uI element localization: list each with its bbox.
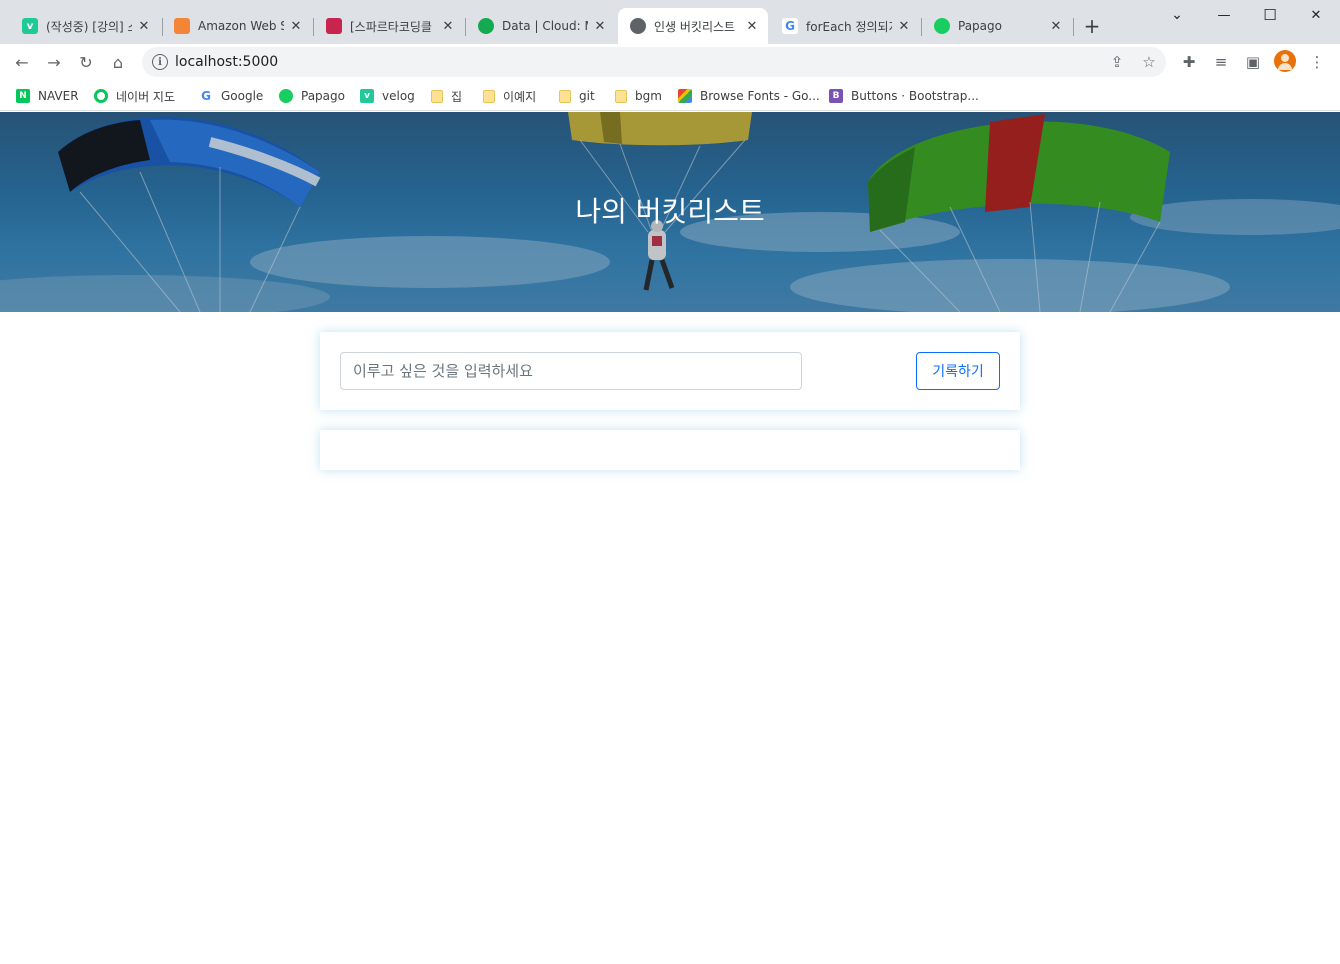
close-icon[interactable]: ✕ — [744, 18, 760, 34]
folder-icon — [483, 89, 495, 103]
tab-label: Papago — [958, 19, 1002, 33]
google-icon: G — [199, 89, 213, 103]
bookmark-label: Papago — [301, 89, 345, 103]
back-button[interactable]: ← — [8, 48, 36, 76]
bookmark-item[interactable]: N NAVER — [16, 85, 79, 107]
tab-separator — [1073, 18, 1074, 36]
menu-kebab-icon[interactable]: ⋮ — [1307, 52, 1327, 72]
reload-button[interactable]: ↻ — [72, 48, 100, 76]
bookmark-item[interactable]: B Buttons · Bootstrap... — [829, 85, 979, 107]
bucket-form-card: 기록하기 — [320, 332, 1020, 410]
home-icon: ⌂ — [112, 52, 124, 72]
bookmark-folder[interactable]: bgm — [615, 85, 662, 107]
bookmark-label: 집 — [451, 89, 463, 104]
tab-strip: v (작성중) [강의] 스 ✕ Amazon Web Se ✕ [스파르타코딩… — [0, 0, 1340, 44]
close-icon[interactable]: ✕ — [136, 18, 152, 34]
close-window-button[interactable]: ✕ — [1293, 0, 1339, 30]
minimize-button[interactable]: — — [1201, 0, 1247, 30]
side-panel-icon[interactable]: ▣ — [1243, 52, 1263, 72]
close-icon[interactable]: ✕ — [288, 18, 304, 34]
browser-toolbar: ← → ↻ ⌂ i localhost:5000 ⇪ ☆ ✚ ≡ ▣ ⋮ — [0, 44, 1340, 80]
browser-tab[interactable]: Amazon Web Se ✕ — [162, 8, 312, 44]
home-button[interactable]: ⌂ — [104, 48, 132, 76]
bookmark-folder[interactable]: git — [559, 85, 595, 107]
browser-tab[interactable]: Papago ✕ — [922, 8, 1072, 44]
folder-icon — [431, 89, 443, 103]
naver-icon: N — [16, 89, 30, 103]
velog-icon: v — [22, 18, 38, 34]
tab-label: [스파르타코딩클 — [350, 19, 432, 34]
bookmark-label: git — [579, 89, 595, 103]
tab-label: Data | Cloud: M — [502, 19, 588, 33]
browser-tab[interactable]: v (작성중) [강의] 스 ✕ — [10, 8, 160, 44]
bookmark-label: 이예지 — [503, 89, 537, 104]
maximize-button[interactable]: ☐ — [1247, 0, 1293, 30]
bookmark-label: Buttons · Bootstrap... — [851, 89, 979, 103]
close-icon[interactable]: ✕ — [896, 18, 912, 34]
page-title: 나의 버킷리스트 — [575, 195, 765, 228]
share-icon[interactable]: ⇪ — [1108, 53, 1126, 71]
browser-tab-active[interactable]: 인생 버킷리스트 ✕ — [618, 8, 768, 44]
bookmark-item[interactable]: Papago — [279, 85, 345, 107]
bookmark-label: 네이버 지도 — [116, 89, 176, 104]
bookmark-folder[interactable]: 이예지 — [483, 85, 536, 107]
bookmark-item[interactable]: Browse Fonts - Go... — [678, 85, 820, 107]
bucket-input[interactable] — [340, 352, 802, 390]
bookmark-item[interactable]: 네이버 지도 — [94, 85, 175, 107]
hero-banner: 나의 버킷리스트 — [0, 112, 1340, 312]
bucket-list-card — [320, 430, 1020, 470]
bookmark-label: Google — [221, 89, 264, 103]
url-text[interactable]: localhost:5000 — [175, 54, 278, 70]
browser-tab[interactable]: [스파르타코딩클 ✕ — [314, 8, 464, 44]
google-fonts-icon — [678, 89, 692, 103]
forward-button[interactable]: → — [40, 48, 68, 76]
close-icon[interactable]: ✕ — [592, 18, 608, 34]
extensions-icon[interactable]: ✚ — [1179, 52, 1199, 72]
papago-icon — [934, 18, 950, 34]
bootstrap-icon: B — [829, 89, 843, 103]
folder-icon — [559, 89, 571, 103]
profile-avatar[interactable] — [1274, 50, 1296, 72]
google-icon: G — [782, 18, 798, 34]
bookmark-label: velog — [382, 89, 415, 103]
close-icon[interactable]: ✕ — [1048, 18, 1064, 34]
save-button[interactable]: 기록하기 — [916, 352, 1000, 390]
info-icon[interactable]: i — [152, 54, 168, 70]
tab-label: forEach 정의되지 — [806, 19, 892, 34]
bookmark-item[interactable]: G Google — [199, 85, 263, 107]
bookmark-label: bgm — [635, 89, 662, 103]
bookmark-item[interactable]: v velog — [360, 85, 415, 107]
velog-icon: v — [360, 89, 374, 103]
aws-icon — [174, 18, 190, 34]
new-tab-button[interactable]: + — [1080, 14, 1104, 38]
papago-icon — [279, 89, 293, 103]
browser-tab[interactable]: G forEach 정의되지 ✕ — [770, 8, 920, 44]
bookmarks-bar: N NAVER 네이버 지도 G Google Papago v velog 집… — [0, 80, 1340, 111]
address-bar[interactable]: i localhost:5000 ⇪ ☆ — [142, 47, 1166, 77]
naver-map-icon — [94, 89, 108, 103]
close-icon[interactable]: ✕ — [440, 18, 456, 34]
arrow-left-icon: ← — [15, 52, 29, 72]
bookmark-label: NAVER — [38, 89, 79, 103]
browser-tab[interactable]: Data | Cloud: M ✕ — [466, 8, 616, 44]
folder-icon — [615, 89, 627, 103]
reload-icon: ↻ — [79, 52, 93, 72]
globe-icon — [630, 18, 646, 34]
bookmark-folder[interactable]: 집 — [431, 85, 462, 107]
tab-label: 인생 버킷리스트 — [654, 19, 736, 34]
tab-search-button[interactable]: ⌄ — [1155, 0, 1199, 30]
mongodb-icon — [478, 18, 494, 34]
star-icon[interactable]: ☆ — [1140, 53, 1158, 71]
media-icon[interactable]: ≡ — [1211, 52, 1231, 72]
arrow-right-icon: → — [47, 52, 61, 72]
tab-label: Amazon Web Se — [198, 19, 284, 33]
tab-label: (작성중) [강의] 스 — [46, 19, 132, 34]
sparta-icon — [326, 18, 342, 34]
bookmark-label: Browse Fonts - Go... — [700, 89, 820, 103]
